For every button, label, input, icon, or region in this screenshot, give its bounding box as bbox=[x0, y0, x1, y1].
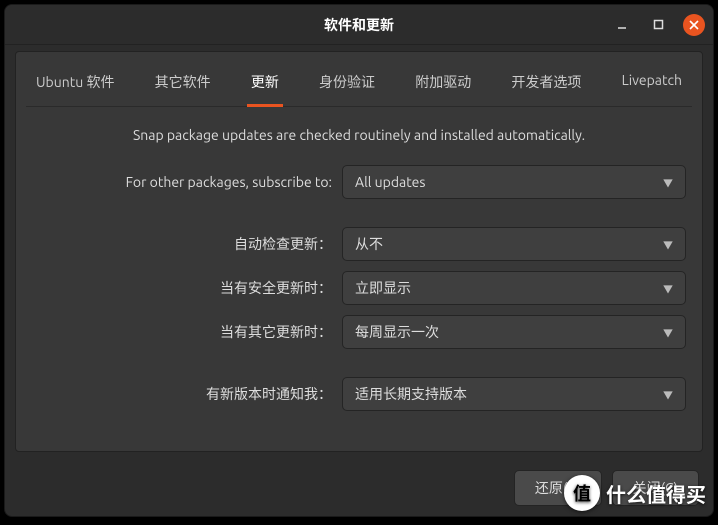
notify-label: 有新版本时通知我： bbox=[32, 384, 332, 404]
subscribe-row: For other packages, subscribe to: All up… bbox=[32, 165, 686, 199]
tab-additional-drivers[interactable]: 附加驱动 bbox=[411, 62, 475, 107]
minimize-button[interactable] bbox=[611, 14, 633, 36]
tab-livepatch[interactable]: Livepatch bbox=[618, 62, 686, 107]
maximize-button[interactable] bbox=[647, 14, 669, 36]
tab-bar: Ubuntu 软件 其它软件 更新 身份验证 附加驱动 开发者选项 Livepa… bbox=[26, 62, 692, 107]
security-value: 立即显示 bbox=[355, 278, 411, 298]
other-updates-value: 每周显示一次 bbox=[355, 322, 439, 342]
other-updates-dropdown[interactable]: 每周显示一次 ▼ bbox=[342, 315, 686, 349]
other-updates-label: 当有其它更新时： bbox=[32, 322, 332, 342]
chevron-down-icon: ▼ bbox=[663, 387, 673, 402]
chevron-down-icon: ▼ bbox=[663, 175, 673, 190]
subscribe-value: All updates bbox=[355, 174, 426, 190]
chevron-down-icon: ▼ bbox=[663, 281, 673, 296]
security-dropdown[interactable]: 立即显示 ▼ bbox=[342, 271, 686, 305]
subscribe-dropdown[interactable]: All updates ▼ bbox=[342, 165, 686, 199]
revert-button[interactable]: 还原(V) bbox=[514, 470, 602, 506]
updates-form: For other packages, subscribe to: All up… bbox=[32, 165, 686, 411]
close-dialog-button[interactable]: 关闭(C) bbox=[612, 470, 699, 506]
other-updates-row: 当有其它更新时： 每周显示一次 ▼ bbox=[32, 315, 686, 349]
dialog-footer: 还原(V) 关闭(C) bbox=[5, 462, 713, 516]
notify-row: 有新版本时通知我： 适用长期支持版本 ▼ bbox=[32, 377, 686, 411]
auto-check-row: 自动检查更新： 从不 ▼ bbox=[32, 227, 686, 261]
window-title: 软件和更新 bbox=[324, 15, 394, 35]
security-row: 当有安全更新时： 立即显示 ▼ bbox=[32, 271, 686, 305]
snap-info-text: Snap package updates are checked routine… bbox=[32, 127, 686, 143]
notify-dropdown[interactable]: 适用长期支持版本 ▼ bbox=[342, 377, 686, 411]
subscribe-label: For other packages, subscribe to: bbox=[32, 174, 332, 190]
notify-value: 适用长期支持版本 bbox=[355, 384, 467, 404]
tab-other-software[interactable]: 其它软件 bbox=[151, 62, 215, 107]
window-controls bbox=[611, 14, 705, 36]
content-panel: Ubuntu 软件 其它软件 更新 身份验证 附加驱动 开发者选项 Livepa… bbox=[15, 51, 703, 452]
chevron-down-icon: ▼ bbox=[663, 325, 673, 340]
tab-developer-options[interactable]: 开发者选项 bbox=[507, 62, 585, 107]
tab-ubuntu-software[interactable]: Ubuntu 软件 bbox=[32, 62, 118, 107]
software-updates-window: 软件和更新 Ubuntu 软件 其它软件 更新 身份验证 附加驱动 开发者选项 … bbox=[4, 4, 714, 517]
security-label: 当有安全更新时： bbox=[32, 278, 332, 298]
tab-updates[interactable]: 更新 bbox=[247, 62, 283, 107]
auto-check-dropdown[interactable]: 从不 ▼ bbox=[342, 227, 686, 261]
auto-check-value: 从不 bbox=[355, 234, 383, 254]
chevron-down-icon: ▼ bbox=[663, 237, 673, 252]
tab-authentication[interactable]: 身份验证 bbox=[315, 62, 379, 107]
close-button[interactable] bbox=[683, 14, 705, 36]
auto-check-label: 自动检查更新： bbox=[32, 234, 332, 254]
titlebar: 软件和更新 bbox=[5, 5, 713, 45]
